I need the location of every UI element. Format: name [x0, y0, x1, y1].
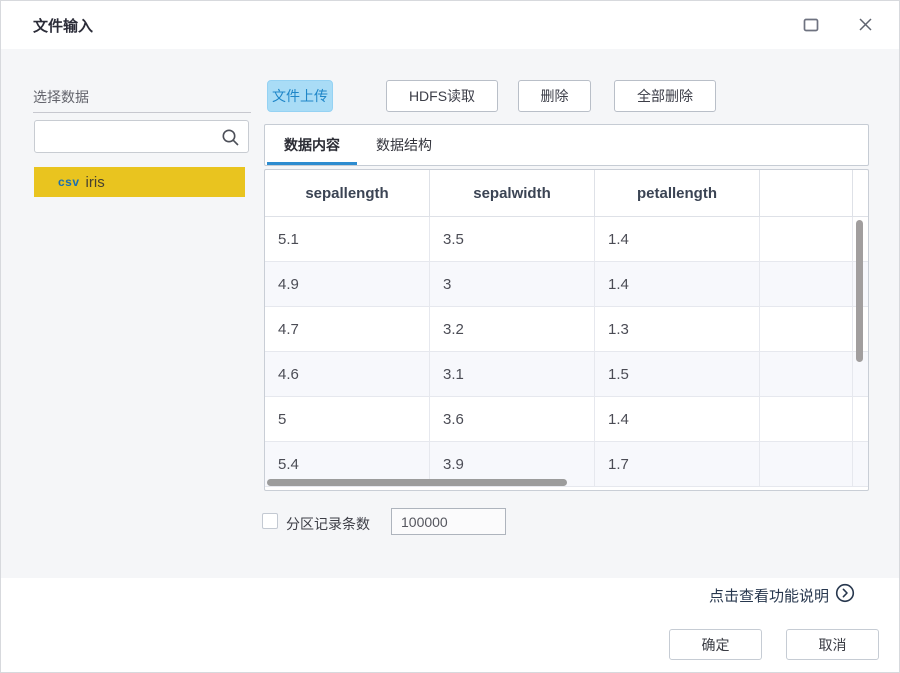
dialog-title: 文件输入: [33, 18, 94, 35]
table-row: 5.1 3.5 1.4: [265, 217, 868, 262]
table-cell: 5: [265, 397, 430, 441]
delete-all-button[interactable]: 全部删除: [614, 80, 716, 112]
table-cell: 4.7: [265, 307, 430, 351]
table-cell: 3: [430, 262, 595, 306]
data-preview-table: sepallength sepalwidth petallength 5.1 3…: [264, 169, 869, 491]
dataset-item-iris[interactable]: csv iris: [34, 167, 245, 197]
table-cell: 3.5: [430, 217, 595, 261]
table-cell: [853, 397, 868, 441]
column-header: sepalwidth: [430, 170, 595, 216]
table-cell: [760, 397, 853, 441]
csv-badge: csv: [58, 175, 80, 189]
partition-label: 分区记录条数: [286, 516, 370, 532]
table-row: 4.7 3.2 1.3: [265, 307, 868, 352]
file-upload-button[interactable]: 文件上传: [267, 80, 333, 112]
cancel-button[interactable]: 取消: [786, 629, 879, 660]
table-cell: [760, 217, 853, 261]
tab-bar: 数据内容 数据结构: [264, 124, 869, 166]
table-row: 5 3.6 1.4: [265, 397, 868, 442]
column-header: petallength: [595, 170, 760, 216]
table-cell: 3.6: [430, 397, 595, 441]
scrollbar-spacer: [853, 170, 868, 216]
table-cell: 1.7: [595, 442, 760, 486]
close-icon: [858, 17, 873, 35]
horizontal-scrollbar-thumb[interactable]: [267, 479, 567, 486]
vertical-scrollbar-thumb[interactable]: [856, 220, 863, 362]
table-cell: 4.9: [265, 262, 430, 306]
table-cell: [853, 442, 868, 486]
dataset-name: iris: [85, 173, 105, 191]
maximize-icon: [803, 18, 819, 35]
partition-count-input[interactable]: [391, 508, 506, 535]
table-cell: 3.1: [430, 352, 595, 396]
table-row: 4.6 3.1 1.5: [265, 352, 868, 397]
table-cell: 4.6: [265, 352, 430, 396]
hdfs-read-button[interactable]: HDFS读取: [386, 80, 498, 112]
table-cell: 1.4: [595, 397, 760, 441]
table-cell: 1.3: [595, 307, 760, 351]
delete-button[interactable]: 删除: [518, 80, 591, 112]
table-cell: 1.5: [595, 352, 760, 396]
table-header-row: sepallength sepalwidth petallength: [265, 170, 868, 217]
table-cell: [760, 307, 853, 351]
search-input[interactable]: [43, 122, 218, 151]
table-cell: 3.2: [430, 307, 595, 351]
search-box: [34, 120, 249, 153]
tab-data-structure[interactable]: 数据结构: [359, 125, 449, 162]
table-cell: [760, 442, 853, 486]
column-header-partial: [760, 170, 853, 216]
table-cell: [760, 352, 853, 396]
help-link-label: 点击查看功能说明: [708, 588, 829, 605]
close-button[interactable]: [851, 13, 879, 39]
select-data-label: 选择数据: [33, 87, 251, 113]
partition-checkbox[interactable]: [262, 513, 278, 529]
maximize-button[interactable]: [797, 13, 825, 39]
tab-data-content[interactable]: 数据内容: [267, 125, 357, 162]
table-row: 4.9 3 1.4: [265, 262, 868, 307]
chevron-right-circle-icon: [835, 583, 855, 608]
table-cell: 1.4: [595, 217, 760, 261]
table-cell: [760, 262, 853, 306]
column-header: sepallength: [265, 170, 430, 216]
active-tab-underline: [267, 162, 357, 165]
table-cell: 5.1: [265, 217, 430, 261]
help-link[interactable]: 点击查看功能说明: [709, 583, 855, 608]
search-icon[interactable]: [221, 128, 240, 152]
file-input-dialog: 文件输入 选择数据 csv iris 文件上传 HDFS读取 删除 全部删除 数…: [0, 0, 900, 673]
ok-button[interactable]: 确定: [669, 629, 762, 660]
table-cell: 1.4: [595, 262, 760, 306]
